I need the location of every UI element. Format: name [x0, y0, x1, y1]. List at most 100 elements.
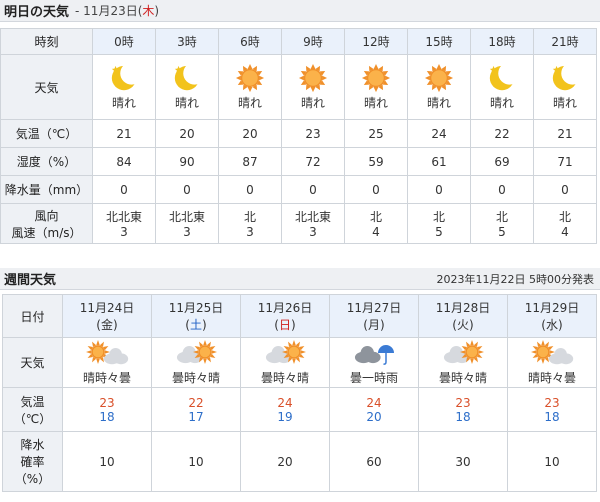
- hour-time-cell: 9時: [281, 28, 345, 55]
- day-low-temp: 19: [277, 409, 293, 424]
- weekly-weather-label: 天気: [2, 337, 63, 388]
- hour-weather-cell: 晴れ: [344, 54, 408, 120]
- day-dow: (日): [274, 318, 296, 332]
- date-separator: -: [75, 4, 84, 18]
- hour-humidity-cell: 90: [155, 147, 219, 176]
- hour-precip: 0: [309, 182, 317, 197]
- temp-label-line1: 気温: [20, 394, 45, 409]
- day-date-cell: 11月26日 (日): [240, 294, 330, 338]
- hour-temp: 23: [305, 126, 321, 141]
- hour-humidity: 72: [305, 154, 321, 169]
- cloud-sun-icon: [419, 339, 507, 368]
- day-pop-cell: 10: [507, 431, 597, 492]
- day-date-cell: 11月27日 (月): [329, 294, 419, 338]
- day-dow-text: 金: [100, 318, 113, 332]
- day-weather-text: 晴時々曇: [82, 370, 131, 385]
- hour-time-cell: 3時: [155, 28, 219, 55]
- hour-time: 9時: [303, 35, 323, 49]
- hour-humidity: 71: [557, 154, 573, 169]
- hour-precip-cell: 0: [533, 175, 597, 204]
- hour-precip-cell: 0: [218, 175, 282, 204]
- date-text: 11月23日(: [83, 4, 143, 18]
- wind-speed-label: 風速（m/s）: [11, 225, 82, 240]
- hour-time-cell: 21時: [533, 28, 597, 55]
- hour-time-cell: 12時: [344, 28, 408, 55]
- published-time: 2023年11月22日 5時00分発表: [436, 272, 594, 286]
- hour-wind-dir: 北: [243, 210, 256, 224]
- tomorrow-header: 明日の天気 - 11月23日(木): [0, 0, 600, 22]
- day-date: 11月29日: [524, 301, 580, 315]
- hour-weather-text: 晴れ: [552, 96, 577, 110]
- day-dow: (水): [541, 318, 563, 332]
- day-weather-cell: 曇時々晴: [418, 337, 508, 388]
- humidity-label: 湿度（%）: [0, 147, 93, 176]
- hour-humidity-cell: 87: [218, 147, 282, 176]
- hour-time: 6時: [240, 35, 260, 49]
- day-pop: 20: [277, 454, 293, 469]
- moon-star-icon: [534, 63, 596, 93]
- hour-wind-dir: 北: [432, 210, 445, 224]
- cloud-umbrella-icon: [330, 340, 418, 368]
- day-high-temp: 23: [544, 395, 560, 410]
- hour-wind-dir: 北北東: [105, 210, 142, 224]
- hour-weather-cell: 晴れ: [218, 54, 282, 120]
- day-date-cell: 11月24日 (金): [62, 294, 152, 338]
- hour-wind-speed: 5: [498, 225, 506, 239]
- day-high-temp: 24: [366, 395, 382, 410]
- hour-time: 0時: [114, 35, 134, 49]
- day-pop-cell: 10: [62, 431, 152, 492]
- day-weather-cell: 曇一時雨: [329, 337, 419, 388]
- hour-precip: 0: [372, 182, 380, 197]
- day-pop: 10: [544, 454, 560, 469]
- sun-icon: [282, 63, 344, 93]
- hour-time: 18時: [488, 35, 516, 49]
- day-weather-cell: 曇時々晴: [240, 337, 330, 388]
- hour-humidity: 61: [431, 154, 447, 169]
- hour-precip-cell: 0: [92, 175, 156, 204]
- hour-temp-cell: 25: [344, 119, 408, 148]
- hour-precip: 0: [183, 182, 191, 197]
- hour-temp-cell: 20: [218, 119, 282, 148]
- hour-humidity-cell: 69: [470, 147, 534, 176]
- pop-label-line1: 降水: [20, 438, 45, 452]
- hour-weather-cell: 晴れ: [470, 54, 534, 120]
- pop-label-line2: 確率: [20, 455, 45, 469]
- hour-humidity: 87: [242, 154, 258, 169]
- wind-dir-label: 風向: [34, 208, 59, 223]
- hour-weather-text: 晴れ: [237, 96, 262, 110]
- hour-wind-cell: 北5: [470, 203, 534, 244]
- hour-time: 15時: [425, 35, 453, 49]
- day-temp-cell: 24 19: [240, 387, 330, 432]
- day-low-temp: 18: [455, 409, 471, 424]
- hour-precip-cell: 0: [344, 175, 408, 204]
- day-high-temp: 24: [277, 395, 293, 410]
- moon-star-icon: [156, 63, 218, 93]
- hour-humidity-cell: 71: [533, 147, 597, 176]
- hour-wind-cell: 北北東 3: [92, 203, 156, 244]
- hour-precip: 0: [120, 182, 128, 197]
- sun-icon: [345, 63, 407, 93]
- hour-humidity: 69: [494, 154, 510, 169]
- hour-temp: 20: [242, 126, 258, 141]
- hour-wind-dir: 北: [495, 210, 508, 224]
- cloud-sun-icon: [152, 339, 240, 368]
- hour-wind-speed: 3: [309, 225, 317, 239]
- hour-wind-speed: 4: [372, 225, 380, 239]
- day-temp-cell: 23 18: [418, 387, 508, 432]
- day-dow-text: 土: [189, 318, 202, 332]
- hour-time: 3時: [177, 35, 197, 49]
- hourly-forecast-table: 時刻 0時 3時 6時 9時 12時 15時 18時 21時 天気 晴れ 晴れ 晴れ 晴れ 晴れ 晴れ 晴れ 晴…: [0, 28, 597, 244]
- hour-temp-cell: 21: [92, 119, 156, 148]
- day-date: 11月24日: [79, 301, 135, 315]
- hour-time-cell: 6時: [218, 28, 282, 55]
- hour-weather-text: 晴れ: [363, 96, 388, 110]
- sun-cloud-icon: [63, 339, 151, 368]
- weather-label: 天気: [0, 54, 93, 120]
- hour-wind-cell: 北北東 3: [155, 203, 219, 244]
- hour-wind-cell: 北北東 3: [281, 203, 345, 244]
- hour-precip: 0: [435, 182, 443, 197]
- day-of-week: 木: [142, 4, 155, 18]
- moon-star-icon: [93, 63, 155, 93]
- hour-wind-speed: 4: [561, 225, 569, 239]
- day-dow: (土): [185, 318, 207, 332]
